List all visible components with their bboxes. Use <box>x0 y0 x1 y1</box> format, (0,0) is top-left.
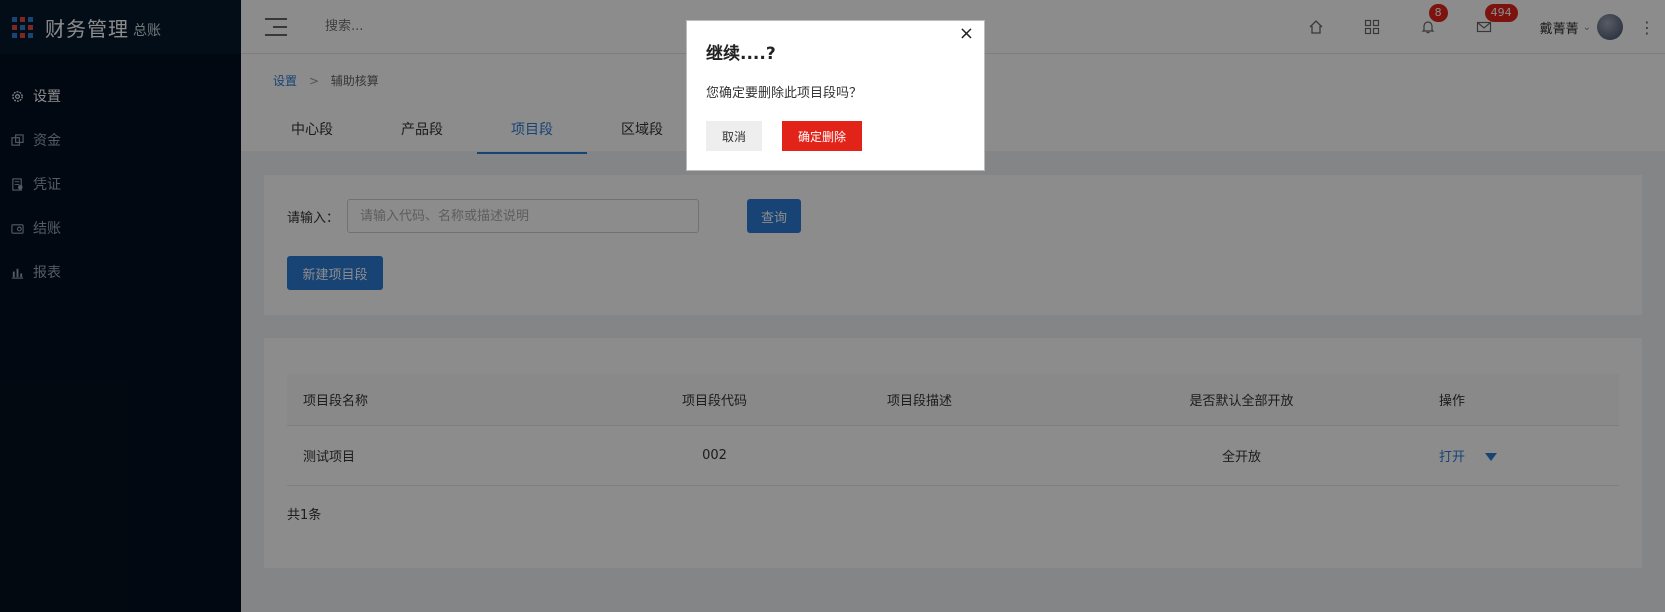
confirm-delete-button[interactable]: 确定删除 <box>782 121 862 151</box>
dialog-message: 您确定要删除此项目段吗？ <box>706 86 863 101</box>
close-icon[interactable]: × <box>959 25 974 43</box>
cancel-button[interactable]: 取消 <box>706 121 762 151</box>
dialog-title: 继续....? <box>706 44 776 64</box>
confirm-delete-dialog: × 继续....? 您确定要删除此项目段吗？ 取消 确定删除 <box>686 20 985 171</box>
